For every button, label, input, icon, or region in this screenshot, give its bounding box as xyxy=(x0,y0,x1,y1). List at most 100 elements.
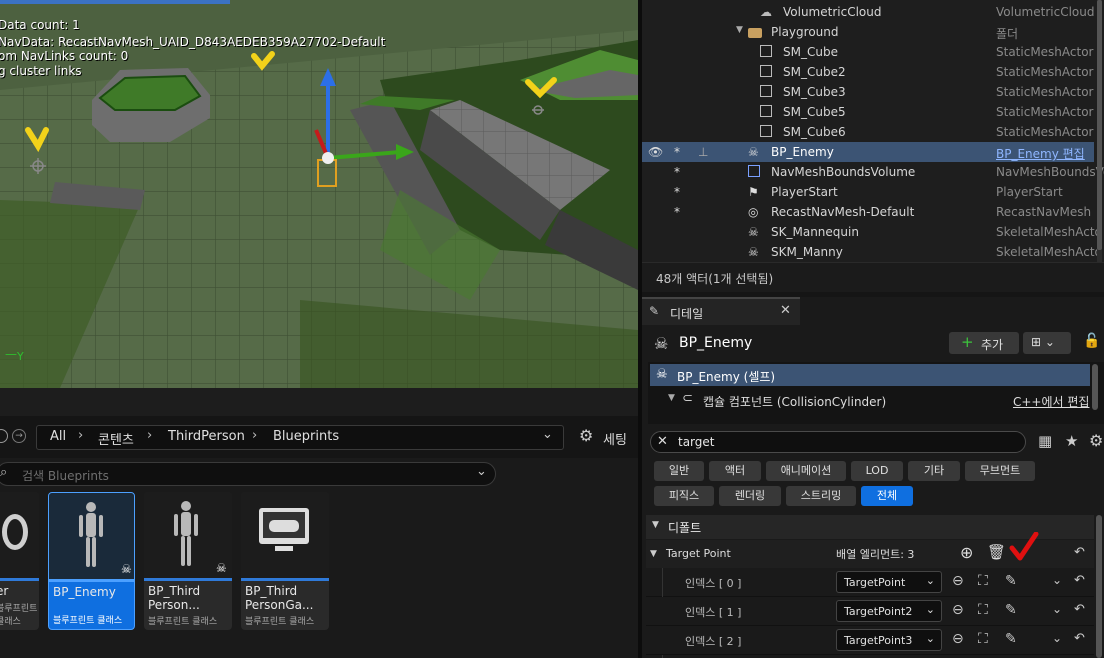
asset-name: BP_Third PersonGa... xyxy=(245,584,314,612)
outliner-row[interactable]: * ◎ RecastNavMesh-Default RecastNavMesh xyxy=(642,202,1094,222)
row-name: RecastNavMesh-Default xyxy=(771,205,915,219)
settings-label[interactable]: 세팅 xyxy=(603,429,627,448)
item-label: 인덱스 [ 0 ] xyxy=(685,577,742,590)
table-view-icon[interactable]: ▦ xyxy=(1038,432,1052,450)
chevron-down-icon[interactable]: ⌄ xyxy=(542,427,553,442)
add-component-button[interactable]: + 추가 xyxy=(949,332,1019,354)
mannequin-icon: ☠ xyxy=(79,502,132,576)
capsule-icon: ⊂ xyxy=(682,391,693,406)
outliner-row[interactable]: ☠ SK_Mannequin SkeletalMeshActo xyxy=(642,222,1102,242)
outliner-row-selected[interactable]: 👁 * ⊥ ☠ BP_Enemy BP_Enemy 편집 xyxy=(642,142,1094,162)
asset-tile[interactable]: er 블루프린트 클래스 xyxy=(0,492,39,630)
target-point-select[interactable]: TargetPoint3 ⌄ xyxy=(836,629,942,651)
arrow-left-icon[interactable]: ⊖ xyxy=(952,631,964,647)
crumb-blueprints[interactable]: Blueprints xyxy=(273,429,339,444)
picker-icon[interactable]: ✎ xyxy=(1005,631,1017,647)
lock-icon[interactable]: 🔓 xyxy=(1083,333,1100,349)
row-type: SkeletalMeshActo xyxy=(996,245,1102,259)
picker-icon[interactable]: ✎ xyxy=(1005,602,1017,618)
crumb-content[interactable]: 콘텐츠 xyxy=(98,429,134,448)
filter-lod[interactable]: LOD xyxy=(851,461,903,481)
gamepad-monitor-icon xyxy=(259,508,309,551)
reset-icon[interactable]: ↶ xyxy=(1074,631,1085,646)
cube-icon xyxy=(760,65,772,77)
outliner-row[interactable]: SM_Cube6 StaticMeshActor xyxy=(642,122,1094,142)
chevron-down-icon[interactable]: ⌄ xyxy=(1052,631,1062,645)
component-self-row[interactable]: ☠ BP_Enemy (셀프) xyxy=(650,364,1090,386)
browse-icon[interactable]: ⛶ xyxy=(978,602,988,618)
asset-tile[interactable]: ☠ BP_Third Person... 블루프린트 클래스 xyxy=(144,492,232,630)
star-icon[interactable]: ★ xyxy=(1065,432,1078,450)
arrow-left-icon[interactable]: ⊖ xyxy=(952,573,964,589)
cpp-edit-link[interactable]: C++에서 편집 xyxy=(1013,393,1089,410)
details-title: BP_Enemy xyxy=(679,335,753,351)
skeleton-icon: ☠ xyxy=(748,245,759,259)
chevron-down-icon[interactable]: ⌄ xyxy=(1052,573,1062,587)
forward-icon[interactable]: → xyxy=(12,429,26,443)
crumb-all[interactable]: All xyxy=(50,429,66,444)
cube-icon xyxy=(760,105,772,117)
filter-actor[interactable]: 액터 xyxy=(709,461,761,481)
component-row[interactable]: ▼ ⊂ 캡슐 컴포넌트 (CollisionCylinder) C++에서 편집 xyxy=(650,389,1090,411)
gear-icon[interactable]: ⚙ xyxy=(579,426,593,445)
star-icon: * xyxy=(674,185,680,199)
tree-scrollbar[interactable] xyxy=(1092,364,1098,410)
details-scrollbar[interactable] xyxy=(1096,515,1102,658)
browse-icon[interactable]: ⛶ xyxy=(978,573,988,589)
asset-tile-bp-enemy[interactable]: ☠ BP_Enemy 블루프린트 클래스 xyxy=(48,492,135,630)
reset-icon[interactable]: ↶ xyxy=(1074,573,1085,588)
row-name: PlayerStart xyxy=(771,185,838,199)
filter-misc[interactable]: 기타 xyxy=(908,461,960,481)
browse-icon[interactable]: ⛶ xyxy=(978,631,988,647)
row-name: SKM_Manny xyxy=(771,245,843,259)
trash-icon[interactable]: 🗑 xyxy=(987,543,1006,561)
asset-tile[interactable]: BP_Third PersonGa... 블루프린트 클래스 xyxy=(241,492,329,630)
filter-physics[interactable]: 피직스 xyxy=(654,486,714,506)
reset-icon[interactable]: ↶ xyxy=(1074,602,1085,617)
filter-rendering[interactable]: 렌더링 xyxy=(719,486,781,506)
outliner-folder[interactable]: ▼ Playground 폴더 xyxy=(642,22,1094,42)
outliner-row[interactable]: * NavMeshBoundsVolume NavMeshBoundsVo xyxy=(642,162,1104,182)
star-icon[interactable]: * xyxy=(674,145,688,159)
outliner-row[interactable]: SM_Cube StaticMeshActor xyxy=(642,42,1094,62)
arrow-left-icon[interactable]: ⊖ xyxy=(952,602,964,618)
expand-icon[interactable]: ▼ xyxy=(668,393,675,403)
reset-icon[interactable]: ↶ xyxy=(1074,545,1085,560)
filter-streaming[interactable]: 스트리밍 xyxy=(786,486,856,506)
filter-all[interactable]: 전체 xyxy=(861,486,913,506)
filter-general[interactable]: 일반 xyxy=(654,461,704,481)
filter-movement[interactable]: 무브먼트 xyxy=(965,461,1035,481)
outliner-row[interactable]: * ⚑ PlayerStart PlayerStart xyxy=(642,182,1094,202)
crumb-thirdperson[interactable]: ThirdPerson xyxy=(168,429,245,444)
asset-class: 블루프린트 클래스 xyxy=(245,617,315,627)
outliner-row[interactable]: ☁ VolumetricCloud VolumetricCloud xyxy=(642,2,1094,22)
outliner-row[interactable]: SM_Cube2 StaticMeshActor xyxy=(642,62,1094,82)
pin-icon[interactable]: ⊥ xyxy=(698,145,712,159)
close-icon[interactable]: ✕ xyxy=(780,303,791,318)
outliner-row[interactable]: SM_Cube3 StaticMeshActor xyxy=(642,82,1094,102)
blueprint-options-button[interactable]: ⊞ ⌄ xyxy=(1023,332,1071,354)
eye-icon[interactable]: 👁 xyxy=(648,145,663,159)
chevron-down-icon[interactable]: ⌄ xyxy=(476,464,487,479)
details-tab-label: 디테일 xyxy=(670,307,704,321)
self-label: BP_Enemy (셀프) xyxy=(677,370,776,384)
picker-icon[interactable]: ✎ xyxy=(1005,573,1017,589)
debug-line: g cluster links xyxy=(0,64,82,78)
target-point-select[interactable]: TargetPoint ⌄ xyxy=(836,571,942,593)
expand-icon[interactable]: ▼ xyxy=(650,549,657,559)
outliner-row[interactable]: ☠ SKM_Manny SkeletalMeshActo xyxy=(642,242,1102,262)
target-point-select[interactable]: TargetPoint2 ⌄ xyxy=(836,600,942,622)
add-element-icon[interactable]: ⊕ xyxy=(960,543,973,562)
red-check-annotation xyxy=(1009,532,1039,561)
outliner-row[interactable]: SM_Cube5 StaticMeshActor xyxy=(642,102,1094,122)
outliner-scrollbar[interactable] xyxy=(1097,0,1102,262)
chevron-down-icon[interactable]: ⌄ xyxy=(1052,602,1062,616)
filter-animation[interactable]: 애니메이션 xyxy=(766,461,846,481)
row-name: Playground xyxy=(771,25,839,39)
edit-blueprint-link[interactable]: BP_Enemy 편집 xyxy=(996,145,1085,162)
clear-icon[interactable]: ✕ xyxy=(657,434,668,449)
details-search-input[interactable]: ✕ target xyxy=(650,431,1026,453)
level-viewport[interactable]: — Y Data count: 1 NavData: RecastNavMesh… xyxy=(0,0,638,388)
gear-icon[interactable]: ⚙ xyxy=(1089,431,1103,450)
tab-details[interactable] xyxy=(642,297,800,325)
